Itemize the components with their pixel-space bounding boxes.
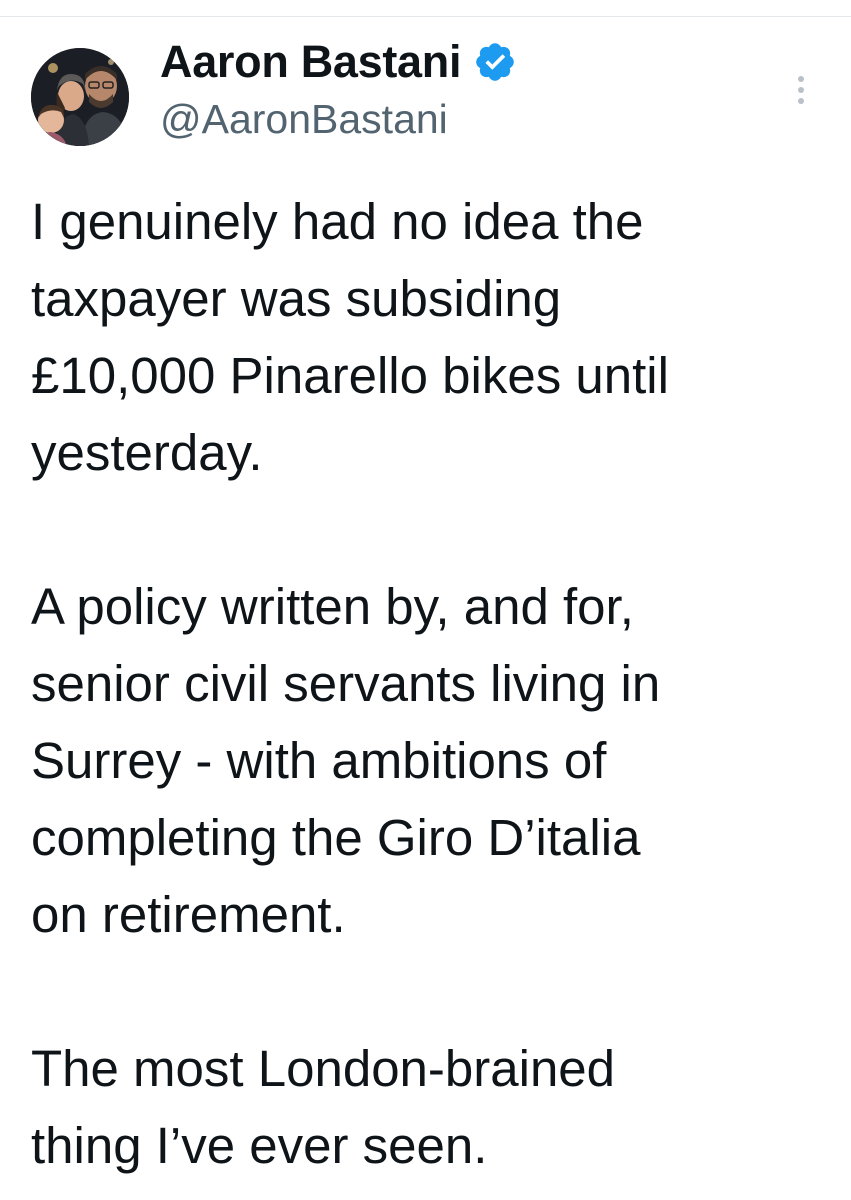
tweet-paragraph-3: The most London-brained thing I’ve ever … bbox=[31, 1040, 616, 1174]
author-handle[interactable]: @AaronBastani bbox=[160, 96, 448, 143]
more-options-icon[interactable] bbox=[786, 70, 816, 110]
more-dot-3 bbox=[798, 98, 804, 104]
tweet-paragraph-1: I genuinely had no idea the taxpayer was… bbox=[31, 193, 669, 481]
tweet-text: I genuinely had no idea the taxpayer was… bbox=[31, 183, 831, 1184]
profile-photo bbox=[31, 48, 129, 146]
more-dot-2 bbox=[798, 87, 804, 93]
more-dot-1 bbox=[798, 76, 804, 82]
tweet-card: Aaron Bastani @AaronBastani I genuinely … bbox=[0, 0, 851, 1200]
author-display-name[interactable]: Aaron Bastani bbox=[160, 36, 461, 88]
author-name-row: Aaron Bastani bbox=[160, 30, 517, 94]
avatar[interactable] bbox=[31, 48, 129, 146]
verified-badge-icon bbox=[473, 40, 517, 84]
tweet-paragraph-2: A policy written by, and for, senior civ… bbox=[31, 578, 661, 943]
